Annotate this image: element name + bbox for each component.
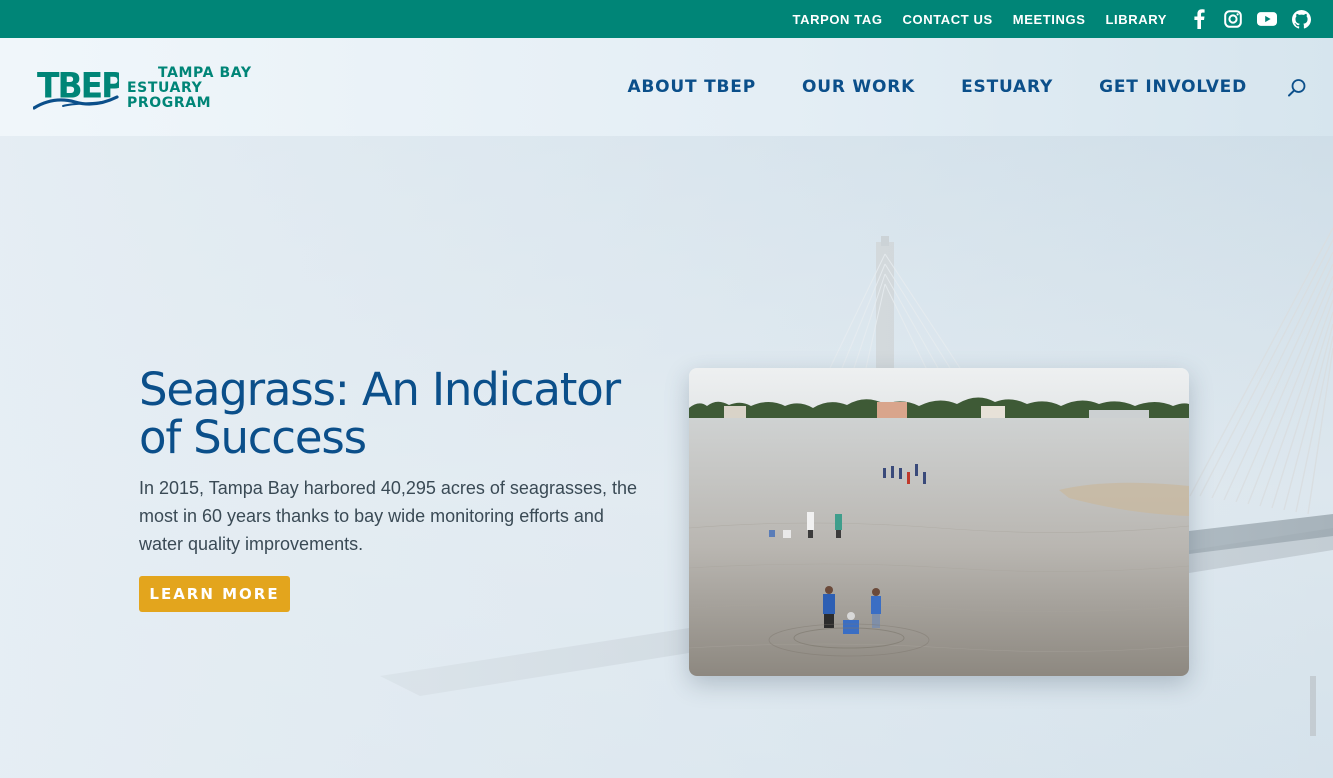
nav-our-work[interactable]: OUR WORK: [802, 77, 915, 97]
nav-about-tbep[interactable]: ABOUT TBEP: [627, 77, 756, 97]
tarpon-tag-link[interactable]: TARPON TAG: [793, 12, 883, 27]
hero-title: Seagrass: An Indicator of Success: [139, 363, 621, 464]
youtube-icon[interactable]: [1257, 9, 1277, 29]
seagrass-monitoring-photo: [689, 368, 1189, 676]
github-icon[interactable]: [1291, 9, 1311, 29]
learn-more-button[interactable]: LEARN MORE: [139, 576, 290, 612]
main-nav: ABOUT TBEP OUR WORK ESTUARY GET INVOLVED: [627, 38, 1247, 136]
contact-us-link[interactable]: CONTACT US: [903, 12, 993, 27]
logo-line-2: ESTUARY PROGRAM: [127, 79, 212, 111]
tbep-logo[interactable]: TBEP TAMPA BAY ESTUARY PROGRAM: [32, 64, 288, 112]
utility-nav: TARPON TAG CONTACT US MEETINGS LIBRARY: [793, 0, 1311, 38]
tbep-logo-mark: TBEP: [32, 64, 127, 112]
instagram-icon[interactable]: [1223, 9, 1243, 29]
hero-banner: Seagrass: An Indicator of Success In 201…: [0, 136, 1333, 778]
nav-estuary[interactable]: ESTUARY: [961, 77, 1053, 97]
search-icon[interactable]: [1287, 78, 1307, 98]
facebook-icon[interactable]: [1189, 9, 1209, 29]
top-utility-bar: TARPON TAG CONTACT US MEETINGS LIBRARY: [0, 0, 1333, 38]
meetings-link[interactable]: MEETINGS: [1013, 12, 1086, 27]
hero-description: In 2015, Tampa Bay harbored 40,295 acres…: [139, 478, 637, 554]
social-links: [1189, 9, 1311, 29]
logo-line-1: TAMPA BAY: [158, 64, 252, 81]
logo-wordmark: TAMPA BAY ESTUARY PROGRAM: [127, 64, 288, 111]
main-header: TBEP TAMPA BAY ESTUARY PROGRAM ABOUT TBE…: [0, 38, 1333, 136]
library-link[interactable]: LIBRARY: [1106, 12, 1168, 27]
nav-get-involved[interactable]: GET INVOLVED: [1099, 77, 1247, 97]
hero-content: Seagrass: An Indicator of Success In 201…: [139, 363, 639, 612]
